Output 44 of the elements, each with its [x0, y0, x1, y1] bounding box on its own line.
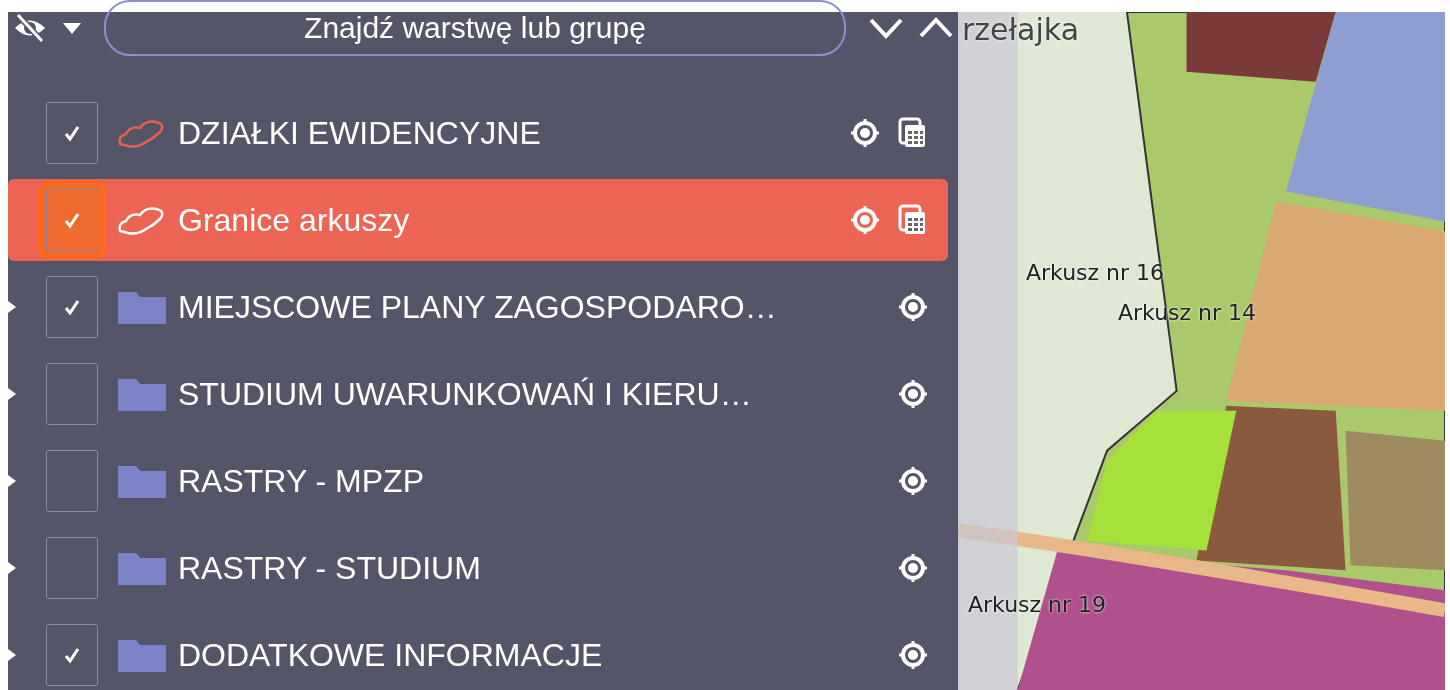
layer-name: STUDIUM UWARUNKOWAŃ I KIERU…: [178, 375, 753, 413]
target-icon[interactable]: [850, 118, 880, 148]
layer-name: Granice arkuszy: [178, 201, 411, 239]
checkbox[interactable]: [46, 102, 98, 164]
layer-row[interactable]: RASTRY - STUDIUM: [8, 527, 948, 609]
target-icon[interactable]: [898, 553, 928, 583]
layer-row[interactable]: DODATKOWE INFORMACJE: [8, 614, 948, 690]
checkbox[interactable]: [46, 450, 98, 512]
caret-down-icon[interactable]: [62, 21, 82, 35]
target-icon[interactable]: [898, 466, 928, 496]
layer-name: DZIAŁKI EWIDENCYJNE: [178, 114, 542, 152]
table-icon[interactable]: [898, 204, 928, 236]
layer-name: RASTRY - MPZP: [178, 462, 425, 500]
search-field[interactable]: Znajdź warstwę lub grupę: [104, 0, 846, 56]
checkmark-icon: [63, 211, 81, 229]
target-icon[interactable]: [850, 205, 880, 235]
expand-arrow-icon[interactable]: [8, 562, 16, 574]
layer-row[interactable]: DZIAŁKI EWIDENCYJNE: [8, 92, 948, 174]
checkmark-icon: [63, 124, 81, 142]
layer-row[interactable]: STUDIUM UWARUNKOWAŃ I KIERU…: [8, 353, 948, 435]
expand-arrow-icon[interactable]: [8, 388, 16, 400]
checkbox[interactable]: [46, 537, 98, 599]
expand-arrow-icon[interactable]: [8, 649, 16, 661]
chevron-down-icon[interactable]: [868, 16, 904, 40]
map-label: rzełajka: [962, 12, 1079, 47]
target-icon[interactable]: [898, 640, 928, 670]
chevron-up-icon[interactable]: [918, 16, 954, 40]
checkbox[interactable]: [46, 276, 98, 338]
layer-name: MIEJSCOWE PLANY ZAGOSPODARO…: [178, 288, 778, 326]
target-icon[interactable]: [898, 379, 928, 409]
expand-arrow-icon[interactable]: [8, 301, 16, 313]
expand-arrow-icon[interactable]: [8, 475, 16, 487]
layer-name: RASTRY - STUDIUM: [178, 549, 482, 587]
checkbox[interactable]: [46, 189, 98, 251]
checkmark-icon: [63, 298, 81, 316]
layer-row[interactable]: MIEJSCOWE PLANY ZAGOSPODARO…: [8, 266, 948, 348]
checkmark-icon: [63, 646, 81, 664]
layer-name: DODATKOWE INFORMACJE: [178, 636, 604, 674]
checkbox[interactable]: [46, 363, 98, 425]
checkbox[interactable]: [46, 624, 98, 686]
target-icon[interactable]: [898, 292, 928, 322]
table-icon[interactable]: [898, 117, 928, 149]
map-label: Arkusz nr 19: [968, 592, 1107, 617]
layer-row[interactable]: RASTRY - MPZP: [8, 440, 948, 522]
